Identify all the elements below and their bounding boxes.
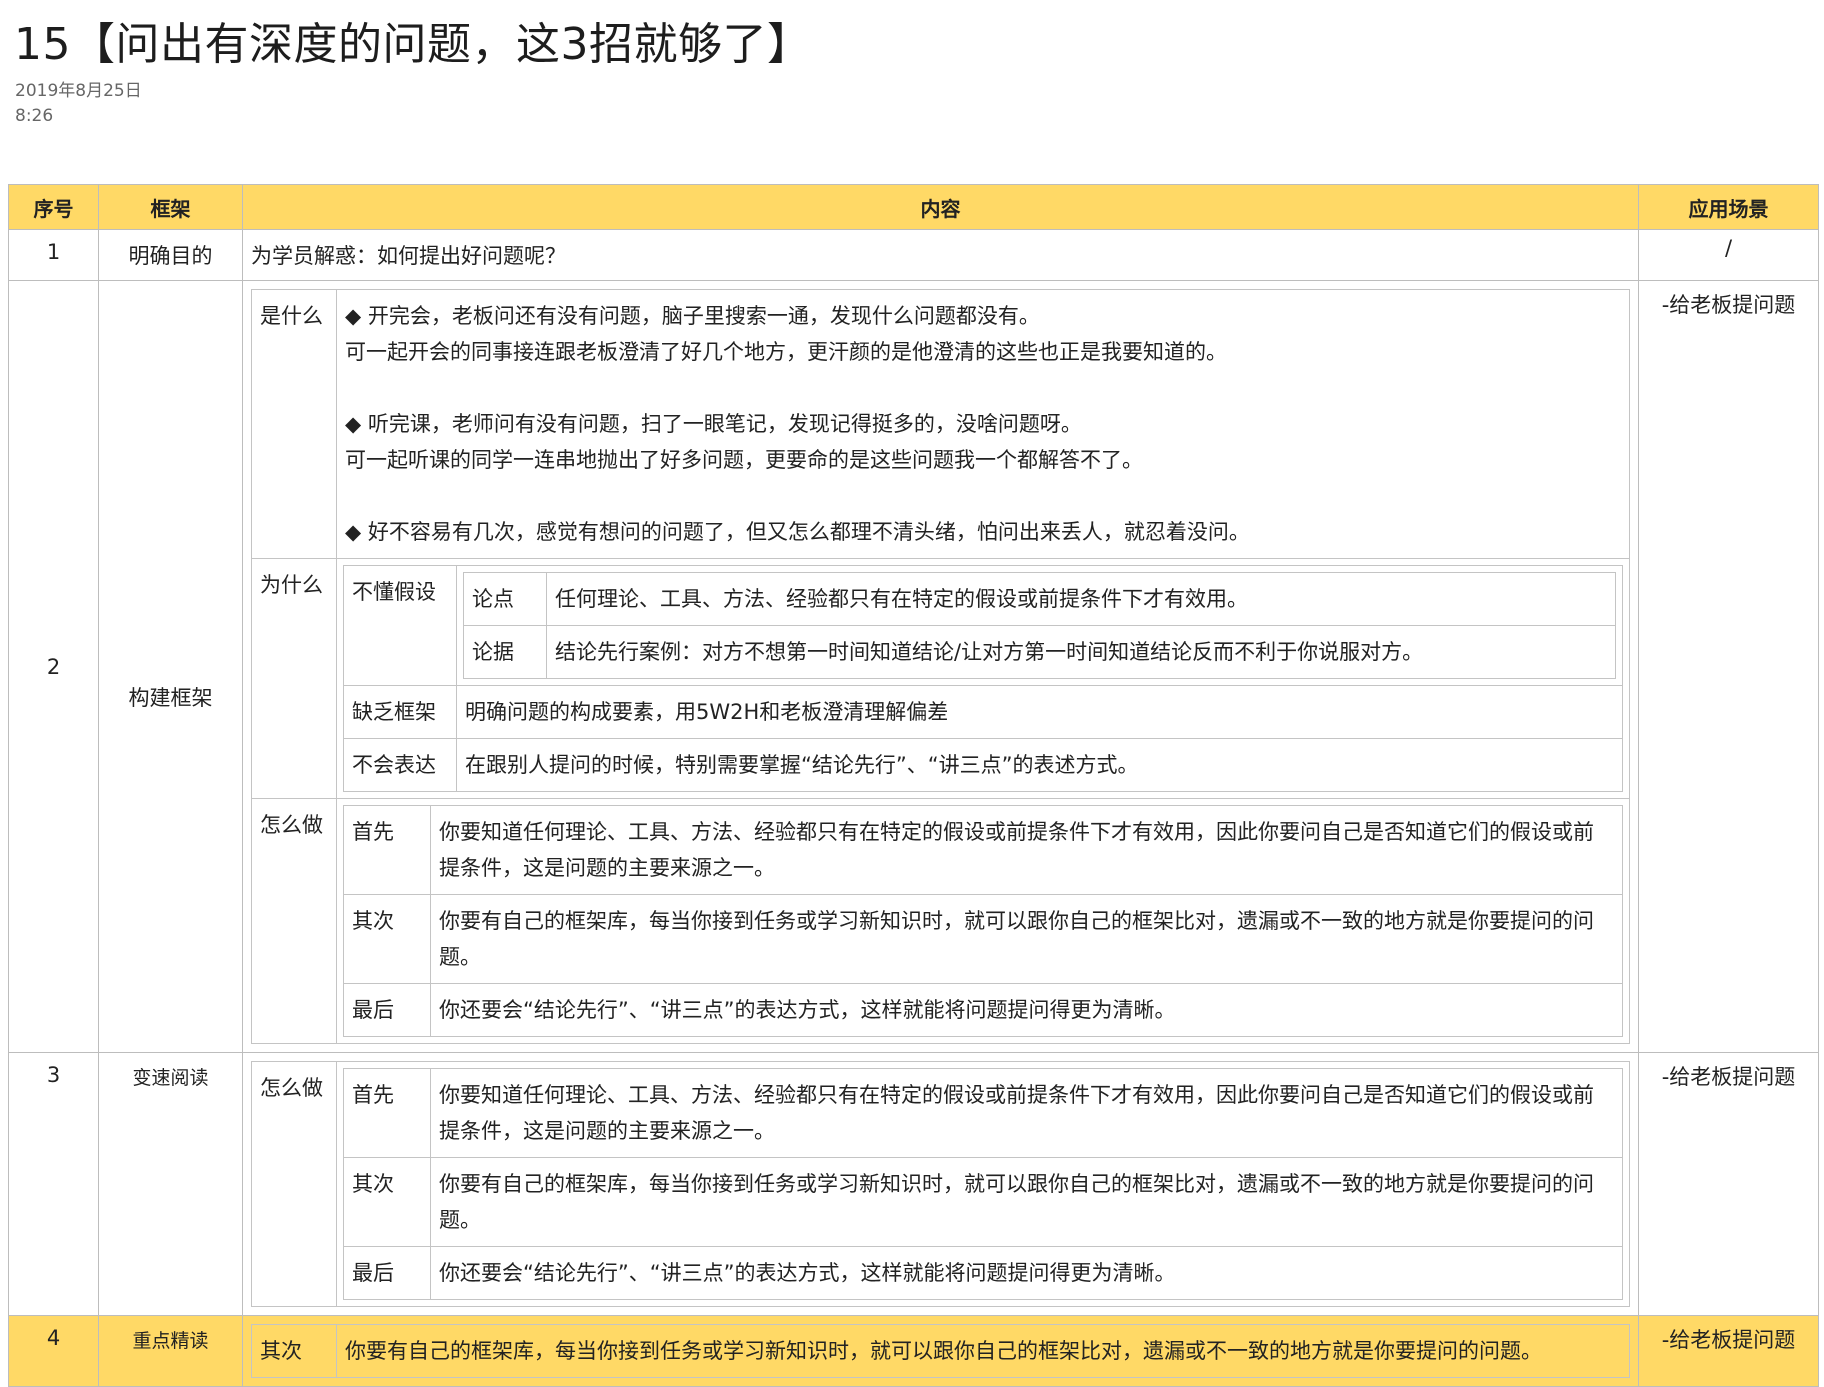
how-step: 首先 你要知道任何理论、工具、方法、经验都只有在特定的假设或前提条件下才有效用，… (343, 1068, 1623, 1158)
focus-row: 其次 你要有自己的框架库，每当你接到任务或学习新知识时，就可以跟你自己的框架比对… (251, 1324, 1630, 1378)
step-label: 最后 (343, 983, 431, 1037)
how-content: 首先 你要知道任何理论、工具、方法、经验都只有在特定的假设或前提条件下才有效用，… (336, 798, 1630, 1044)
step-label: 其次 (343, 1157, 431, 1247)
focus-text: 你要有自己的框架库，每当你接到任务或学习新知识时，就可以跟你自己的框架比对，遗漏… (336, 1324, 1630, 1378)
row-scene: -给老板提问题 (1638, 280, 1819, 1053)
header-scene: 应用场景 (1638, 184, 1819, 230)
row-frame: 重点精读 (98, 1315, 243, 1387)
how-row: 怎么做 首先 你要知道任何理论、工具、方法、经验都只有在特定的假设或前提条件下才… (251, 798, 1630, 1044)
focus-label: 其次 (251, 1324, 337, 1378)
row-scene: -给老板提问题 (1638, 1315, 1819, 1387)
claim-evidence-table: 论点 任何理论、工具、方法、经验都只有在特定的假设或前提条件下才有效用。 论据 … (463, 572, 1616, 679)
table-row: 1 明确目的 为学员解惑：如何提出好问题呢？ / (8, 229, 1819, 281)
why-item: 缺乏框架 明确问题的构成要素，用5W2H和老板澄清理解偏差 (343, 685, 1623, 739)
what-why-how-table: 是什么 ◆ 开完会，老板问还有没有问题，脑子里搜索一通，发现什么问题都没有。 可… (251, 289, 1630, 1044)
row-content: 是什么 ◆ 开完会，老板问还有没有问题，脑子里搜索一通，发现什么问题都没有。 可… (242, 280, 1639, 1053)
note-page: 15【问出有深度的问题，这3招就够了】 2019年8月25日 8:26 序号 框… (0, 0, 1824, 1387)
focus-table: 其次 你要有自己的框架库，每当你接到任务或学习新知识时，就可以跟你自己的框架比对… (251, 1324, 1630, 1378)
how-content: 首先 你要知道任何理论、工具、方法、经验都只有在特定的假设或前提条件下才有效用，… (336, 1061, 1630, 1307)
row-scene: -给老板提问题 (1638, 1052, 1819, 1316)
row-index: 4 (8, 1315, 99, 1387)
note-date: 2019年8月25日 (15, 81, 142, 101)
page-title: 15【问出有深度的问题，这3招就够了】 (14, 19, 812, 70)
why-item: 不会表达 在跟别人提问的时候，特别需要掌握“结论先行”、“讲三点”的表述方式。 (343, 738, 1623, 792)
how-row: 怎么做 首先 你要知道任何理论、工具、方法、经验都只有在特定的假设或前提条件下才… (251, 1061, 1630, 1307)
what-example-3: ◆ 好不容易有几次，感觉有想问的问题了，但又怎么都理不清头绪，怕问出来丢人，就忍… (345, 520, 1250, 544)
how-label: 怎么做 (251, 1061, 337, 1307)
evidence-text: 结论先行案例：对方不想第一时间知道结论/让对方第一时间知道结论反而不利于你说服对… (546, 625, 1616, 679)
what-example-1: ◆ 开完会，老板问还有没有问题，脑子里搜索一通，发现什么问题都没有。 (345, 304, 1040, 328)
row-content: 为学员解惑：如何提出好问题呢？ (242, 229, 1639, 281)
why-item-text: 明确问题的构成要素，用5W2H和老板澄清理解偏差 (456, 685, 1623, 739)
how-label: 怎么做 (251, 798, 337, 1044)
table-header-row: 序号 框架 内容 应用场景 (8, 184, 1819, 230)
header-frame: 框架 (98, 184, 243, 230)
how-step: 其次 你要有自己的框架库，每当你接到任务或学习新知识时，就可以跟你自己的框架比对… (343, 894, 1623, 984)
what-example-2-detail: 可一起听课的同学一连串地抛出了好多问题，更要命的是这些问题我一个都解答不了。 (345, 448, 1143, 472)
what-content: ◆ 开完会，老板问还有没有问题，脑子里搜索一通，发现什么问题都没有。 可一起开会… (336, 289, 1630, 559)
step-text: 你还要会“结论先行”、“讲三点”的表达方式，这样就能将问题提问得更为清晰。 (430, 1246, 1623, 1300)
claim-label: 论点 (463, 572, 547, 626)
header-index: 序号 (8, 184, 99, 230)
how-step: 其次 你要有自己的框架库，每当你接到任务或学习新知识时，就可以跟你自己的框架比对… (343, 1157, 1623, 1247)
step-label: 首先 (343, 1068, 431, 1158)
row-index: 3 (8, 1052, 99, 1316)
row-scene: / (1638, 229, 1819, 281)
table-row: 3 变速阅读 怎么做 首先 你要知道任何理论、工具、方法、经验都只有在特定的假设… (8, 1052, 1819, 1316)
table-row: 2 构建框架 是什么 ◆ 开完会，老板问还有没有问题，脑子里搜索一通，发现什么问… (8, 280, 1819, 1053)
how-steps-table: 首先 你要知道任何理论、工具、方法、经验都只有在特定的假设或前提条件下才有效用，… (343, 1068, 1623, 1300)
claim-text: 任何理论、工具、方法、经验都只有在特定的假设或前提条件下才有效用。 (546, 572, 1616, 626)
row-frame: 构建框架 (98, 280, 243, 1053)
why-item-label: 不会表达 (343, 738, 457, 792)
how-step: 最后 你还要会“结论先行”、“讲三点”的表达方式，这样就能将问题提问得更为清晰。 (343, 1246, 1623, 1300)
why-item-label: 缺乏框架 (343, 685, 457, 739)
note-time: 8:26 (15, 106, 54, 126)
row-frame: 明确目的 (98, 229, 243, 281)
step-text: 你要有自己的框架库，每当你接到任务或学习新知识时，就可以跟你自己的框架比对，遗漏… (430, 1157, 1623, 1247)
evidence-row: 论据 结论先行案例：对方不想第一时间知道结论/让对方第一时间知道结论反而不利于你… (463, 625, 1616, 679)
why-item: 不懂假设 论点 任何理论、工具、方法、经验都只有在特定的假设或前提条件下才有效用… (343, 565, 1623, 686)
why-row: 为什么 不懂假设 论点 任何理论、工具、方法、经验都只有在特定的假设或前提条件下… (251, 558, 1630, 799)
step-text: 你要有自己的框架库，每当你接到任务或学习新知识时，就可以跟你自己的框架比对，遗漏… (430, 894, 1623, 984)
why-item-text: 在跟别人提问的时候，特别需要掌握“结论先行”、“讲三点”的表述方式。 (456, 738, 1623, 792)
evidence-label: 论据 (463, 625, 547, 679)
why-content: 不懂假设 论点 任何理论、工具、方法、经验都只有在特定的假设或前提条件下才有效用… (336, 558, 1630, 799)
step-text: 你要知道任何理论、工具、方法、经验都只有在特定的假设或前提条件下才有效用，因此你… (430, 1068, 1623, 1158)
how-table: 怎么做 首先 你要知道任何理论、工具、方法、经验都只有在特定的假设或前提条件下才… (251, 1061, 1630, 1307)
table-row-highlighted: 4 重点精读 其次 你要有自己的框架库，每当你接到任务或学习新知识时，就可以跟你… (8, 1315, 1819, 1387)
step-label: 其次 (343, 894, 431, 984)
content-table: 序号 框架 内容 应用场景 1 明确目的 为学员解惑：如何提出好问题呢？ / 2… (8, 184, 1819, 1387)
step-label: 首先 (343, 805, 431, 895)
how-step: 首先 你要知道任何理论、工具、方法、经验都只有在特定的假设或前提条件下才有效用，… (343, 805, 1623, 895)
header-content: 内容 (242, 184, 1639, 230)
what-example-2: ◆ 听完课，老师问有没有问题，扫了一眼笔记，发现记得挺多的，没啥问题呀。 (345, 412, 1082, 436)
why-label: 为什么 (251, 558, 337, 799)
step-text: 你要知道任何理论、工具、方法、经验都只有在特定的假设或前提条件下才有效用，因此你… (430, 805, 1623, 895)
step-label: 最后 (343, 1246, 431, 1300)
what-row: 是什么 ◆ 开完会，老板问还有没有问题，脑子里搜索一通，发现什么问题都没有。 可… (251, 289, 1630, 559)
row-content: 其次 你要有自己的框架库，每当你接到任务或学习新知识时，就可以跟你自己的框架比对… (242, 1315, 1639, 1387)
row-index: 2 (8, 280, 99, 1053)
how-step: 最后 你还要会“结论先行”、“讲三点”的表达方式，这样就能将问题提问得更为清晰。 (343, 983, 1623, 1037)
row-content: 怎么做 首先 你要知道任何理论、工具、方法、经验都只有在特定的假设或前提条件下才… (242, 1052, 1639, 1316)
why-item-label: 不懂假设 (343, 565, 457, 686)
step-text: 你还要会“结论先行”、“讲三点”的表达方式，这样就能将问题提问得更为清晰。 (430, 983, 1623, 1037)
claim-row: 论点 任何理论、工具、方法、经验都只有在特定的假设或前提条件下才有效用。 (463, 572, 1616, 626)
why-table: 不懂假设 论点 任何理论、工具、方法、经验都只有在特定的假设或前提条件下才有效用… (343, 565, 1623, 792)
row-frame: 变速阅读 (98, 1052, 243, 1316)
what-label: 是什么 (251, 289, 337, 559)
how-steps-table: 首先 你要知道任何理论、工具、方法、经验都只有在特定的假设或前提条件下才有效用，… (343, 805, 1623, 1037)
row-index: 1 (8, 229, 99, 281)
what-example-1-detail: 可一起开会的同事接连跟老板澄清了好几个地方，更汗颜的是他澄清的这些也正是我要知道… (345, 340, 1227, 364)
